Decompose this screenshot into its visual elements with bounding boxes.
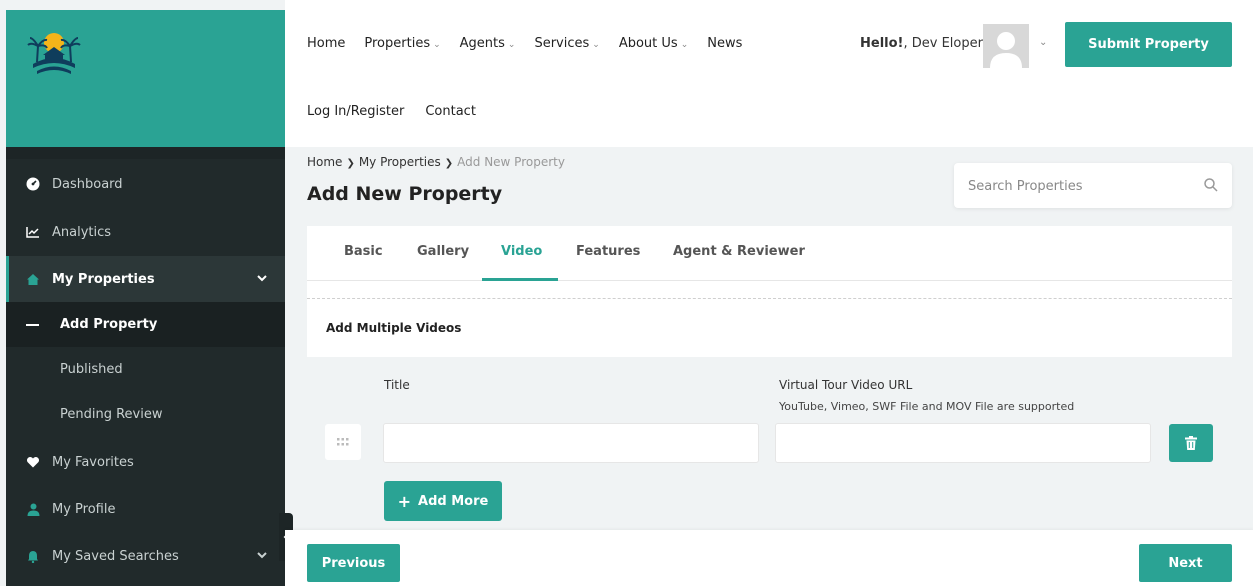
sidebar-subitem-add-property[interactable]: Add Property [6,302,285,347]
search-icon[interactable] [1204,177,1218,196]
add-more-button[interactable]: + Add More [384,481,502,521]
sidebar-item-label: Dashboard [52,176,123,192]
search-input[interactable] [968,175,1188,197]
top-header: Home Properties ⌄ Agents ⌄ Services ⌄ About… [285,0,1253,147]
active-tab-indicator [482,278,558,281]
menu-item-label: Services [534,36,590,51]
menu-item-home[interactable]: Home [307,36,345,51]
video-url-input[interactable] [776,424,1150,462]
secondary-menu: Log In/Register Contact [307,104,476,119]
breadcrumb: Home ❯ My Properties ❯ Add New Property [307,155,565,169]
tab-basic[interactable]: Basic [344,244,383,259]
tab-video[interactable]: Video [501,244,542,259]
user-greeting: Hello!, Dev Eloper [860,36,983,51]
property-form-card: Basic Gallery Video Features Agent & Rev… [307,226,1232,536]
sidebar-subitem-pending-review[interactable]: Pending Review [6,392,285,437]
sidebar-item-my-profile[interactable]: My Profile [6,486,285,532]
drag-handle-icon[interactable] [325,424,361,460]
sidebar-subitem-published[interactable]: Published [6,347,285,392]
chart-icon [26,225,40,239]
add-more-label: Add More [418,493,489,509]
tab-agent-reviewer[interactable]: Agent & Reviewer [673,244,805,259]
plus-icon: + [397,491,412,511]
menu-item-label: About Us [618,36,678,51]
sidebar-item-my-favorites[interactable]: My Favorites [6,439,285,485]
greeting-name: , Dev Eloper [903,36,983,51]
search-box [954,163,1232,208]
user-icon [26,502,40,516]
breadcrumb-my-properties[interactable]: My Properties [359,155,441,169]
sidebar-item-my-properties[interactable]: My Properties [6,256,285,302]
video-title-field [383,423,759,463]
sidebar-item-label: My Favorites [52,454,134,470]
section-title: Add Multiple Videos [326,321,462,335]
trash-icon [1185,436,1197,450]
active-indicator [6,256,9,302]
menu-item-news[interactable]: News [707,36,742,51]
page-title: Add New Property [307,183,503,205]
menu-item-label: Agents [459,36,505,51]
sidebar-item-label: Analytics [52,224,112,240]
title-label: Title [384,378,410,392]
sidebar-item-label: My Saved Searches [52,548,179,564]
next-button[interactable]: Next [1139,544,1232,582]
breadcrumb-current: Add New Property [457,155,565,169]
chevron-right-icon: ❯ [444,158,454,169]
chevron-down-icon [257,271,267,285]
avatar[interactable] [983,24,1029,68]
chevron-down-icon[interactable]: ⌄ [1039,37,1047,48]
sidebar-item-analytics[interactable]: Analytics [6,209,285,255]
logo-area [6,10,285,147]
sidebar-item-my-saved-searches[interactable]: My Saved Searches [6,533,285,579]
dash-icon [26,324,39,326]
chevron-right-icon: ❯ [346,158,355,169]
home-icon [26,272,40,286]
sidebar-item-label: My Profile [52,501,116,517]
heart-icon [26,455,40,469]
section-header: Add Multiple Videos [307,299,1232,357]
sidebar-item-dashboard[interactable]: Dashboard [6,161,285,207]
submit-property-button[interactable]: Submit Property [1065,22,1232,67]
chevron-down-icon: ⌄ [680,40,689,50]
previous-button[interactable]: Previous [307,544,400,582]
tab-features[interactable]: Features [576,244,640,259]
menu-item-label: Home [307,36,346,51]
form-tabs: Basic Gallery Video Features Agent & Rev… [307,226,1232,281]
greeting-bold: Hello! [860,36,904,51]
chevron-down-icon [257,548,267,562]
sidebar-subitem-label: Published [60,362,123,377]
video-url-field [775,423,1151,463]
sidebar-item-label: My Properties [52,271,155,287]
menu-item-agents[interactable]: Agents ⌄ [460,36,516,51]
video-url-label: Virtual Tour Video URL [779,378,913,392]
menu-item-about-us[interactable]: About Us ⌄ [619,36,688,51]
menu-item-properties[interactable]: Properties ⌄ [364,36,440,51]
chevron-down-icon: ⌄ [592,40,600,50]
sidebar-subitem-label: Add Property [60,317,158,332]
menu-item-label: Properties [364,36,431,51]
main-menu: Home Properties ⌄ Agents ⌄ Services ⌄ About… [307,36,742,51]
dashboard-icon [26,177,40,191]
menu-item-login-register[interactable]: Log In/Register [307,104,404,119]
video-title-input[interactable] [384,424,758,462]
form-footer: Previous Next [285,530,1253,586]
menu-item-services[interactable]: Services ⌄ [534,36,599,51]
chevron-down-icon: ⌄ [433,40,441,50]
bell-icon [26,549,40,563]
menu-item-contact[interactable]: Contact [425,104,476,119]
delete-row-button[interactable] [1169,424,1213,462]
logo-icon[interactable] [25,26,83,80]
menu-item-label: News [707,36,743,51]
breadcrumb-home[interactable]: Home [307,155,342,169]
sidebar: Dashboard Analytics My Properties Add Pr… [6,147,285,586]
chevron-down-icon: ⌄ [507,40,516,50]
sidebar-subitem-label: Pending Review [60,407,163,422]
sidebar-top-strip [6,147,285,159]
tab-gallery[interactable]: Gallery [417,244,469,259]
video-url-hint: YouTube, Vimeo, SWF File and MOV File ar… [779,400,1075,413]
